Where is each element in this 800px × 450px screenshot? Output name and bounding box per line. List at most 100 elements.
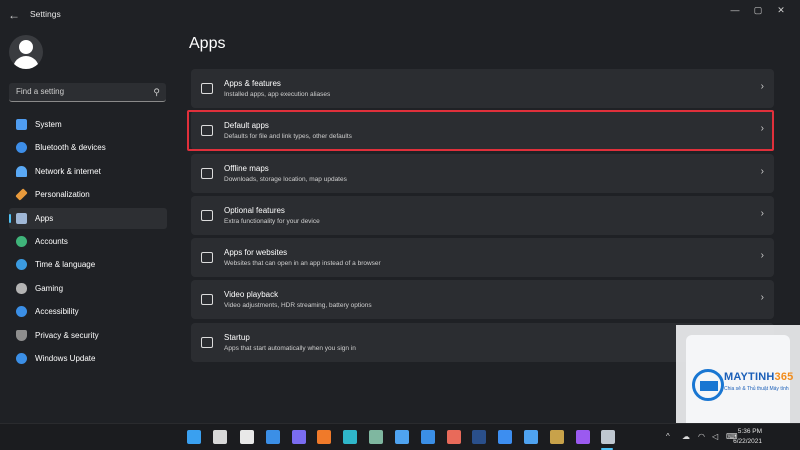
add-feature-icon xyxy=(201,209,213,221)
title-bar: ← Settings — ▢ ✕ xyxy=(0,0,800,30)
photoshop-icon[interactable] xyxy=(472,430,486,444)
back-arrow-icon[interactable]: ← xyxy=(6,7,22,23)
avatar-body xyxy=(13,56,39,69)
row-title: Optional features xyxy=(224,205,285,215)
row-subtitle: Extra functionality for your device xyxy=(224,217,320,225)
row-subtitle: Defaults for file and link types, other … xyxy=(224,133,352,141)
tools-icon[interactable] xyxy=(550,430,564,444)
wifi-icon[interactable]: ◠ xyxy=(698,432,705,441)
row-optional-features[interactable]: Optional features Extra functionality fo… xyxy=(191,195,774,235)
active-indicator xyxy=(9,213,11,223)
row-title: Default apps xyxy=(224,121,269,131)
volume-icon[interactable]: ◁ xyxy=(712,432,718,441)
sidebar-item-accounts[interactable]: Accounts xyxy=(9,231,167,252)
messenger-icon[interactable] xyxy=(576,430,590,444)
row-apps-features[interactable]: Apps & features Installed apps, app exec… xyxy=(191,69,774,108)
chevron-right-icon: › xyxy=(760,250,764,262)
video-icon xyxy=(201,294,213,306)
sidebar-item-privacy[interactable]: Privacy & security xyxy=(9,325,167,346)
watermark-tagline: Chia sẻ & Thủ thuật Máy tính xyxy=(724,386,789,392)
chevron-right-icon: › xyxy=(760,207,764,219)
close-button[interactable]: ✕ xyxy=(771,3,791,17)
apps-grid-icon[interactable] xyxy=(447,430,461,444)
search-icon[interactable] xyxy=(213,430,227,444)
sidebar-item-label: Windows Update xyxy=(35,353,96,363)
sidebar-item-label: Time & language xyxy=(35,260,96,270)
monitor-icon xyxy=(16,119,27,130)
watermark-brand-accent: 365 xyxy=(774,371,794,383)
minimize-button[interactable]: — xyxy=(725,3,745,17)
sidebar-item-apps[interactable]: Apps xyxy=(9,207,167,229)
store-icon[interactable] xyxy=(395,430,409,444)
edge-icon[interactable] xyxy=(343,430,357,444)
person-icon xyxy=(16,235,27,247)
sidebar-item-gaming[interactable]: Gaming xyxy=(9,278,167,299)
settings-icon[interactable] xyxy=(601,430,615,444)
link-window-icon xyxy=(201,252,213,264)
avatar-head xyxy=(19,40,33,54)
search-placeholder: Find a setting xyxy=(16,87,65,96)
taskbar: ^ ☁ ◠ ◁ ⌨ 5:36 PM 6/22/2021 xyxy=(0,423,800,450)
clock[interactable]: 5:36 PM 6/22/2021 xyxy=(733,427,762,447)
row-title: Apps for websites xyxy=(224,248,288,258)
window-title: Settings xyxy=(30,9,61,19)
task-view-icon[interactable] xyxy=(240,430,254,444)
sidebar-item-windows-update[interactable]: Windows Update xyxy=(9,348,167,369)
sidebar-item-label: Apps xyxy=(35,213,54,223)
tray-overflow-chevron-icon[interactable]: ^ xyxy=(666,432,670,441)
zoom-icon[interactable] xyxy=(498,430,512,444)
row-title: Apps & features xyxy=(224,79,281,88)
mail-icon[interactable] xyxy=(421,430,435,444)
list-icon xyxy=(201,83,213,94)
sidebar-item-label: Network & internet xyxy=(35,166,101,176)
watermark-brand-main: MAYTINH xyxy=(724,371,775,383)
sidebar-item-label: Personalization xyxy=(35,190,90,200)
sidebar-nav: System Bluetooth & devices Network & int… xyxy=(9,114,167,371)
chevron-right-icon: › xyxy=(760,81,764,92)
controller-icon xyxy=(16,282,27,294)
brush-icon xyxy=(15,188,28,201)
row-subtitle: Video adjustments, HDR streaming, batter… xyxy=(224,302,372,310)
startup-icon xyxy=(201,336,213,348)
row-offline-maps[interactable]: Offline maps Downloads, storage location… xyxy=(191,153,774,193)
sidebar-item-bluetooth[interactable]: Bluetooth & devices xyxy=(9,137,167,158)
sidebar-item-label: Bluetooth & devices xyxy=(35,143,106,153)
clock-time: 5:36 PM xyxy=(737,428,762,435)
sidebar-item-label: System xyxy=(35,120,62,129)
firefox-icon[interactable] xyxy=(317,430,331,444)
search-input[interactable]: Find a setting ⚲ xyxy=(9,83,166,102)
page-title: Apps xyxy=(189,35,226,52)
widgets-icon[interactable] xyxy=(266,430,280,444)
apps-icon xyxy=(16,212,27,224)
start-icon[interactable] xyxy=(187,430,201,444)
sidebar-item-label: Gaming xyxy=(35,283,64,293)
cloud-icon[interactable]: ☁ xyxy=(682,432,690,441)
wifi-icon xyxy=(16,165,27,177)
chat-icon[interactable] xyxy=(292,430,306,444)
sidebar-item-personalization[interactable]: Personalization xyxy=(9,184,167,205)
sidebar-item-accessibility[interactable]: Accessibility xyxy=(9,301,167,322)
sidebar-item-network[interactable]: Network & internet xyxy=(9,161,167,182)
maximize-button[interactable]: ▢ xyxy=(748,3,768,17)
default-apps-icon xyxy=(201,125,213,137)
row-subtitle: Websites that can open in an app instead… xyxy=(224,260,381,268)
sidebar-item-system[interactable]: System xyxy=(9,114,167,135)
linux-app-icon[interactable] xyxy=(369,430,383,444)
row-video-playback[interactable]: Video playback Video adjustments, HDR st… xyxy=(191,280,774,320)
row-title: Video playback xyxy=(224,290,279,300)
chevron-right-icon: › xyxy=(760,292,764,304)
shield-icon xyxy=(16,329,27,341)
chevron-right-icon: › xyxy=(760,123,764,135)
row-title: Startup xyxy=(224,332,250,342)
sidebar-item-label: Accessibility xyxy=(35,307,79,317)
row-default-apps[interactable]: Default apps Defaults for file and link … xyxy=(191,111,774,151)
chevron-right-icon: › xyxy=(760,165,764,177)
settings-list: Apps & features Installed apps, app exec… xyxy=(191,69,774,365)
row-subtitle: Installed apps, app execution aliases xyxy=(224,91,331,98)
sidebar-item-time-language[interactable]: Time & language xyxy=(9,254,167,275)
update-icon xyxy=(16,352,27,364)
search-icon[interactable]: ⚲ xyxy=(153,87,160,98)
row-apps-for-websites[interactable]: Apps for websites Websites that can open… xyxy=(191,238,774,278)
user-avatar[interactable] xyxy=(9,35,43,69)
notes-icon[interactable] xyxy=(524,430,538,444)
